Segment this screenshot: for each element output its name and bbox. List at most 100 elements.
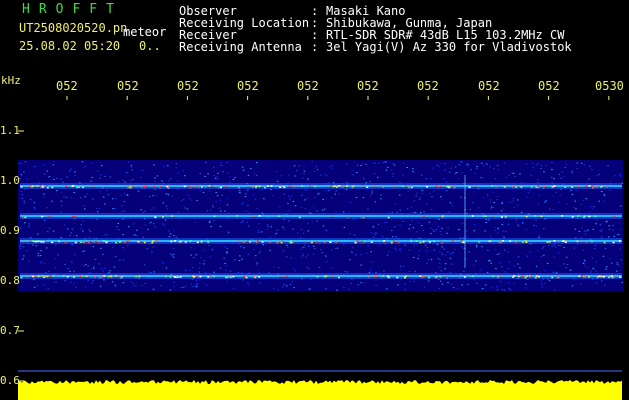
- noise-speck: [508, 282, 510, 284]
- band-hotspot: [258, 185, 261, 188]
- noise-speck: [383, 161, 386, 163]
- band-hotspot: [472, 275, 474, 278]
- noise-speck: [217, 178, 219, 180]
- noise-speck: [451, 263, 453, 265]
- noise-speck: [210, 226, 212, 227]
- band-hotspot: [331, 275, 334, 277]
- noise-speck: [574, 228, 577, 230]
- noise-speck: [68, 171, 71, 172]
- band-hotspot: [590, 240, 593, 243]
- noise-speck: [608, 189, 611, 191]
- noise-speck: [546, 201, 548, 203]
- noise-speck: [496, 165, 499, 166]
- noise-speck: [599, 223, 602, 225]
- noise-speck: [517, 256, 520, 258]
- noise-speck: [360, 254, 363, 256]
- noise-speck: [553, 256, 556, 258]
- noise-speck: [585, 230, 587, 232]
- noise-speck: [242, 169, 245, 171]
- band-hotspot: [484, 215, 487, 217]
- noise-speck: [54, 258, 57, 260]
- noise-speck: [374, 201, 377, 203]
- noise-speck: [392, 163, 394, 165]
- band-hotspot: [32, 185, 35, 187]
- noise-speck: [426, 203, 428, 205]
- noise-speck: [430, 209, 433, 210]
- noise-speck: [126, 172, 128, 174]
- band-hotspot: [72, 215, 75, 218]
- noise-speck: [267, 272, 270, 274]
- noise-speck: [205, 272, 207, 273]
- noise-speck: [227, 231, 230, 233]
- noise-speck: [571, 193, 574, 195]
- noise-speck: [395, 249, 398, 251]
- noise-speck: [601, 228, 604, 230]
- band-hotspot: [503, 186, 506, 188]
- noise-speck: [606, 266, 608, 268]
- noise-speck: [195, 286, 198, 288]
- noise-speck: [185, 285, 187, 287]
- noise-speck: [242, 220, 244, 222]
- noise-speck: [469, 209, 472, 210]
- noise-speck: [229, 176, 231, 178]
- noise-speck: [360, 282, 362, 284]
- noise-speck: [542, 246, 545, 248]
- noise-speck: [130, 165, 133, 167]
- noise-speck: [489, 235, 491, 237]
- noise-speck: [149, 196, 151, 198]
- band-hotspot: [474, 185, 477, 187]
- noise-speck: [409, 281, 412, 283]
- noise-speck: [440, 196, 442, 198]
- noise-speck: [122, 247, 124, 249]
- noise-speck: [205, 161, 207, 163]
- band-hotspot: [193, 186, 196, 188]
- noise-speck: [473, 230, 475, 232]
- noise-speck: [365, 163, 367, 165]
- noise-speck: [319, 174, 322, 176]
- noise-speck: [22, 246, 25, 248]
- noise-speck: [444, 263, 447, 265]
- noise-speck: [71, 244, 73, 246]
- noise-speck: [316, 220, 318, 222]
- noise-speck: [467, 283, 469, 285]
- noise-speck: [512, 198, 515, 200]
- band-hotspot: [174, 276, 177, 278]
- band-hotspot: [29, 185, 32, 188]
- noise-speck: [581, 227, 583, 229]
- noise-speck: [435, 229, 437, 231]
- noise-speck: [234, 259, 236, 261]
- noise-speck: [501, 224, 503, 226]
- signal-level-fill: [18, 380, 622, 400]
- noise-speck: [83, 265, 85, 267]
- noise-speck: [172, 256, 175, 258]
- noise-speck: [426, 247, 429, 248]
- noise-speck: [32, 244, 34, 246]
- noise-speck: [135, 285, 137, 287]
- band-hotspot: [200, 240, 203, 243]
- file-name: UT2508020520.pn: [19, 21, 128, 35]
- noise-speck: [513, 282, 515, 284]
- noise-speck: [154, 226, 156, 228]
- noise-speck: [259, 251, 261, 253]
- noise-speck: [589, 211, 591, 213]
- noise-speck: [576, 162, 579, 164]
- noise-speck: [419, 196, 421, 198]
- spectrum-background: [18, 160, 623, 291]
- noise-speck: [190, 247, 192, 249]
- noise-speck: [220, 162, 222, 164]
- band-hotspot: [276, 241, 279, 244]
- noise-speck: [219, 199, 221, 201]
- band-hotspot: [383, 240, 386, 242]
- noise-speck: [47, 231, 49, 233]
- noise-speck: [367, 208, 369, 210]
- noise-speck: [304, 244, 306, 246]
- noise-speck: [573, 279, 575, 281]
- noise-speck: [370, 261, 373, 263]
- noise-speck: [52, 230, 55, 232]
- band-hotspot: [491, 185, 494, 187]
- noise-speck: [494, 229, 497, 231]
- noise-speck: [65, 196, 68, 198]
- noise-speck: [602, 200, 605, 202]
- noise-speck: [500, 281, 502, 283]
- band-hotspot: [210, 276, 212, 278]
